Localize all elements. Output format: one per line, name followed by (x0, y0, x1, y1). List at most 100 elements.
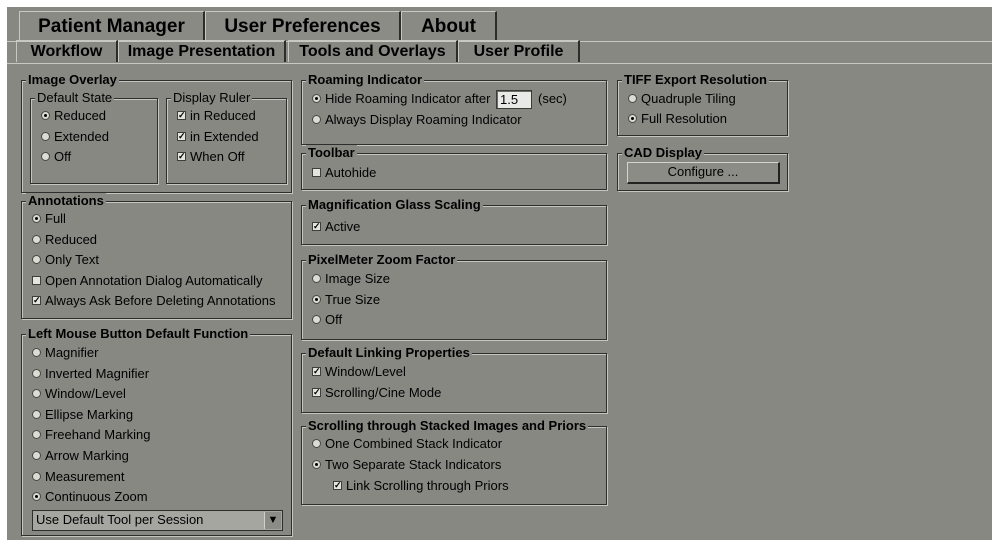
radio-icon (312, 315, 321, 325)
left-mouse-title: Left Mouse Button Default Function (26, 326, 251, 342)
annotations-full[interactable]: Full (32, 210, 66, 228)
tab-user-preferences[interactable]: User Preferences (205, 11, 401, 41)
annotations-only-text[interactable]: Only Text (32, 251, 99, 269)
chevron-down-icon[interactable]: ▼ (264, 512, 281, 529)
lmb-ellipse-marking[interactable]: Ellipse Marking (32, 406, 133, 424)
default-tool-value: Use Default Tool per Session (36, 512, 204, 527)
image-overlay-group: Image Overlay Default State Reduced Exte… (21, 72, 292, 193)
tiff-export-title: TIFF Export Resolution (622, 72, 769, 88)
ruler-in-reduced-checkbox[interactable]: ✓ in Reduced (177, 107, 256, 125)
radio-selected-icon (628, 114, 637, 124)
radio-icon (41, 132, 50, 142)
radio-icon (312, 439, 321, 449)
radio-icon (32, 430, 41, 440)
tab-image-presentation-label: Image Presentation (127, 43, 276, 60)
pixelmeter-image-size[interactable]: Image Size (312, 270, 390, 288)
ask-before-deleting-checkbox[interactable]: ✓ Always Ask Before Deleting Annotations (32, 292, 276, 310)
link-scrolling-priors-checkbox[interactable]: ✓ Link Scrolling through Priors (333, 477, 509, 495)
cad-display-group: CAD Display Configure ... (617, 145, 788, 191)
radio-icon (32, 348, 41, 358)
magnification-active-checkbox[interactable]: ✓ Active (312, 218, 360, 236)
tab-user-preferences-label: User Preferences (224, 16, 381, 37)
checkmark-icon: ✓ (177, 151, 186, 162)
one-combined-stack-radio[interactable]: One Combined Stack Indicator (312, 435, 502, 453)
tab-user-profile[interactable]: User Profile (458, 40, 580, 62)
radio-selected-icon (312, 460, 321, 470)
checkmark-icon: ✓ (177, 131, 186, 142)
pixelmeter-off[interactable]: Off (312, 311, 342, 329)
two-separate-stack-radio[interactable]: Two Separate Stack Indicators (312, 456, 501, 474)
tab-user-profile-label: User Profile (473, 43, 564, 60)
tab-tools-and-overlays[interactable]: Tools and Overlays (288, 40, 458, 62)
lmb-window-level[interactable]: Window/Level (32, 385, 126, 403)
default-state-group: Default State Reduced Extended Off (30, 90, 158, 184)
radio-icon (32, 235, 41, 245)
linking-group: Default Linking Properties ✓ Window/Level… (301, 345, 607, 413)
tab-about-label: About (421, 16, 476, 37)
magnification-group: Magnification Glass Scaling ✓ Active (301, 197, 607, 245)
radio-icon (628, 94, 637, 104)
lmb-measurement[interactable]: Measurement (32, 468, 124, 486)
radio-selected-icon (32, 214, 41, 224)
tab-workflow[interactable]: Workflow (16, 40, 118, 62)
lmb-inverted-magnifier[interactable]: Inverted Magnifier (32, 365, 149, 383)
checkmark-icon: ✓ (333, 480, 342, 491)
tab-about[interactable]: About (401, 11, 497, 41)
pixelmeter-true-size[interactable]: True Size (312, 291, 380, 309)
ruler-when-off-checkbox[interactable]: ✓ When Off (177, 148, 245, 166)
tiff-full-resolution[interactable]: Full Resolution (628, 110, 727, 128)
linking-window-level-checkbox[interactable]: ✓ Window/Level (312, 363, 406, 381)
toolbar-group: Toolbar Autohide (301, 145, 607, 190)
configure-button[interactable]: Configure ... (627, 162, 780, 184)
radio-icon (312, 115, 321, 125)
lmb-arrow-marking[interactable]: Arrow Marking (32, 447, 129, 465)
checkmark-icon: ✓ (312, 221, 321, 232)
preferences-window: Patient Manager User Preferences About W… (7, 7, 992, 540)
radio-icon (32, 451, 41, 461)
pixelmeter-group: PixelMeter Zoom Factor Image Size True S… (301, 252, 607, 340)
annotations-reduced[interactable]: Reduced (32, 231, 97, 249)
toolbar-title: Toolbar (306, 145, 357, 161)
checkmark-icon: ✓ (177, 110, 186, 121)
pixelmeter-title: PixelMeter Zoom Factor (306, 252, 458, 268)
default-state-off[interactable]: Off (41, 148, 71, 166)
hide-roaming-radio[interactable]: Hide Roaming Indicator after (312, 90, 490, 108)
ruler-in-extended-checkbox[interactable]: ✓ in Extended (177, 128, 259, 146)
lmb-freehand-marking[interactable]: Freehand Marking (32, 426, 151, 444)
default-state-title: Default State (35, 90, 115, 106)
checkmark-icon: ✓ (312, 366, 321, 377)
radio-icon (41, 152, 50, 162)
roaming-unit-label: (sec) (538, 91, 567, 106)
radio-selected-icon (312, 94, 321, 104)
radio-selected-icon (32, 492, 41, 502)
tab-image-presentation[interactable]: Image Presentation (118, 40, 286, 62)
sub-tab-divider (7, 63, 992, 64)
radio-icon (32, 369, 41, 379)
linking-title: Default Linking Properties (306, 345, 472, 361)
open-annotation-dialog-checkbox[interactable]: Open Annotation Dialog Automatically (32, 272, 263, 290)
tab-patient-manager[interactable]: Patient Manager (19, 11, 205, 41)
tiff-quadruple-tiling[interactable]: Quadruple Tiling (628, 90, 736, 108)
roaming-seconds-input[interactable]: 1.5 (496, 90, 532, 109)
autohide-checkbox[interactable]: Autohide (312, 164, 376, 182)
default-state-extended[interactable]: Extended (41, 128, 109, 146)
checkbox-icon (312, 168, 321, 178)
left-mouse-group: Left Mouse Button Default Function Magni… (21, 326, 292, 536)
default-tool-dropdown[interactable]: Use Default Tool per Session ▼ (32, 510, 283, 531)
linking-scrolling-checkbox[interactable]: ✓ Scrolling/Cine Mode (312, 384, 441, 402)
tab-tools-and-overlays-label: Tools and Overlays (299, 43, 446, 60)
roaming-indicator-group: Roaming Indicator Hide Roaming Indicator… (301, 72, 607, 145)
radio-icon (312, 274, 321, 284)
display-ruler-group: Display Ruler ✓ in Reduced ✓ in Extended ✓… (166, 90, 287, 184)
checkmark-icon: ✓ (312, 387, 321, 398)
scrolling-title: Scrolling through Stacked Images and Pri… (306, 418, 589, 434)
annotations-group: Annotations Full Reduced Only Text Open … (21, 193, 292, 319)
lmb-magnifier[interactable]: Magnifier (32, 344, 98, 362)
tab-patient-manager-label: Patient Manager (38, 16, 185, 37)
lmb-continuous-zoom[interactable]: Continuous Zoom (32, 488, 148, 506)
always-display-roaming-radio[interactable]: Always Display Roaming Indicator (312, 111, 522, 129)
image-overlay-title: Image Overlay (26, 72, 119, 88)
annotations-title: Annotations (26, 193, 106, 209)
default-state-reduced[interactable]: Reduced (41, 107, 106, 125)
radio-icon (32, 389, 41, 399)
